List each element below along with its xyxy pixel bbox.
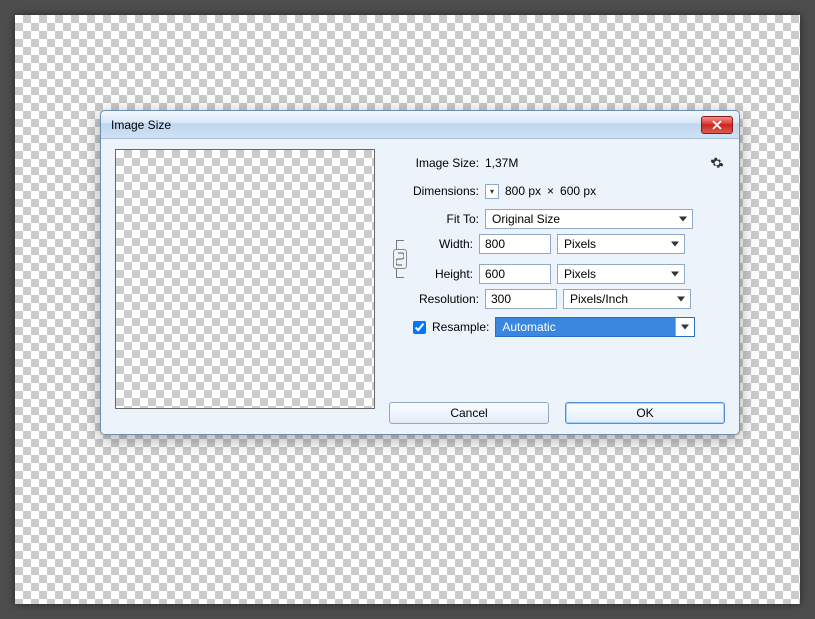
width-input[interactable]	[479, 234, 551, 254]
image-size-value: 1,37M	[485, 156, 518, 170]
width-unit-value: Pixels	[564, 237, 596, 251]
chevron-down-icon	[681, 325, 689, 330]
chevron-down-icon	[671, 242, 679, 247]
dimensions-label: Dimensions:	[389, 184, 479, 198]
height-unit-value: Pixels	[564, 267, 596, 281]
height-unit-select[interactable]: Pixels	[557, 264, 685, 284]
preview-thumbnail	[115, 149, 375, 409]
dimensions-width: 800 px	[505, 184, 541, 198]
resample-label: Resample:	[432, 320, 489, 334]
height-label: Height:	[411, 267, 473, 281]
chevron-down-icon	[679, 217, 687, 222]
width-unit-select[interactable]: Pixels	[557, 234, 685, 254]
dialog-title: Image Size	[111, 118, 171, 132]
resolution-label: Resolution:	[389, 292, 479, 306]
image-size-label: Image Size:	[389, 156, 479, 170]
close-button[interactable]	[701, 116, 733, 134]
resample-checkbox[interactable]	[413, 321, 426, 334]
dimensions-height: 600 px	[560, 184, 596, 198]
chevron-down-icon	[671, 272, 679, 277]
link-icon	[393, 249, 407, 269]
chevron-down-icon	[677, 297, 685, 302]
dialog-titlebar[interactable]: Image Size	[101, 111, 739, 139]
resolution-input[interactable]	[485, 289, 557, 309]
fit-to-label: Fit To:	[389, 212, 479, 226]
gear-icon[interactable]	[709, 155, 725, 171]
image-size-dialog: Image Size Image Size: 1,37M Dimensions:	[100, 110, 740, 435]
constrain-proportions[interactable]	[389, 233, 411, 285]
width-label: Width:	[411, 237, 473, 251]
dimensions-unit-toggle[interactable]: ▾	[485, 184, 499, 199]
resolution-unit-value: Pixels/Inch	[570, 292, 628, 306]
close-icon	[712, 120, 722, 130]
resample-mode-select[interactable]: Automatic	[495, 317, 695, 337]
dimensions-separator: ×	[547, 184, 554, 198]
fit-to-value: Original Size	[492, 212, 560, 226]
fit-to-select[interactable]: Original Size	[485, 209, 693, 229]
resolution-unit-select[interactable]: Pixels/Inch	[563, 289, 691, 309]
cancel-button-label: Cancel	[450, 406, 487, 420]
ok-button-label: OK	[636, 406, 653, 420]
height-input[interactable]	[479, 264, 551, 284]
ok-button[interactable]: OK	[565, 402, 725, 424]
cancel-button[interactable]: Cancel	[389, 402, 549, 424]
resample-mode-value: Automatic	[502, 320, 555, 334]
